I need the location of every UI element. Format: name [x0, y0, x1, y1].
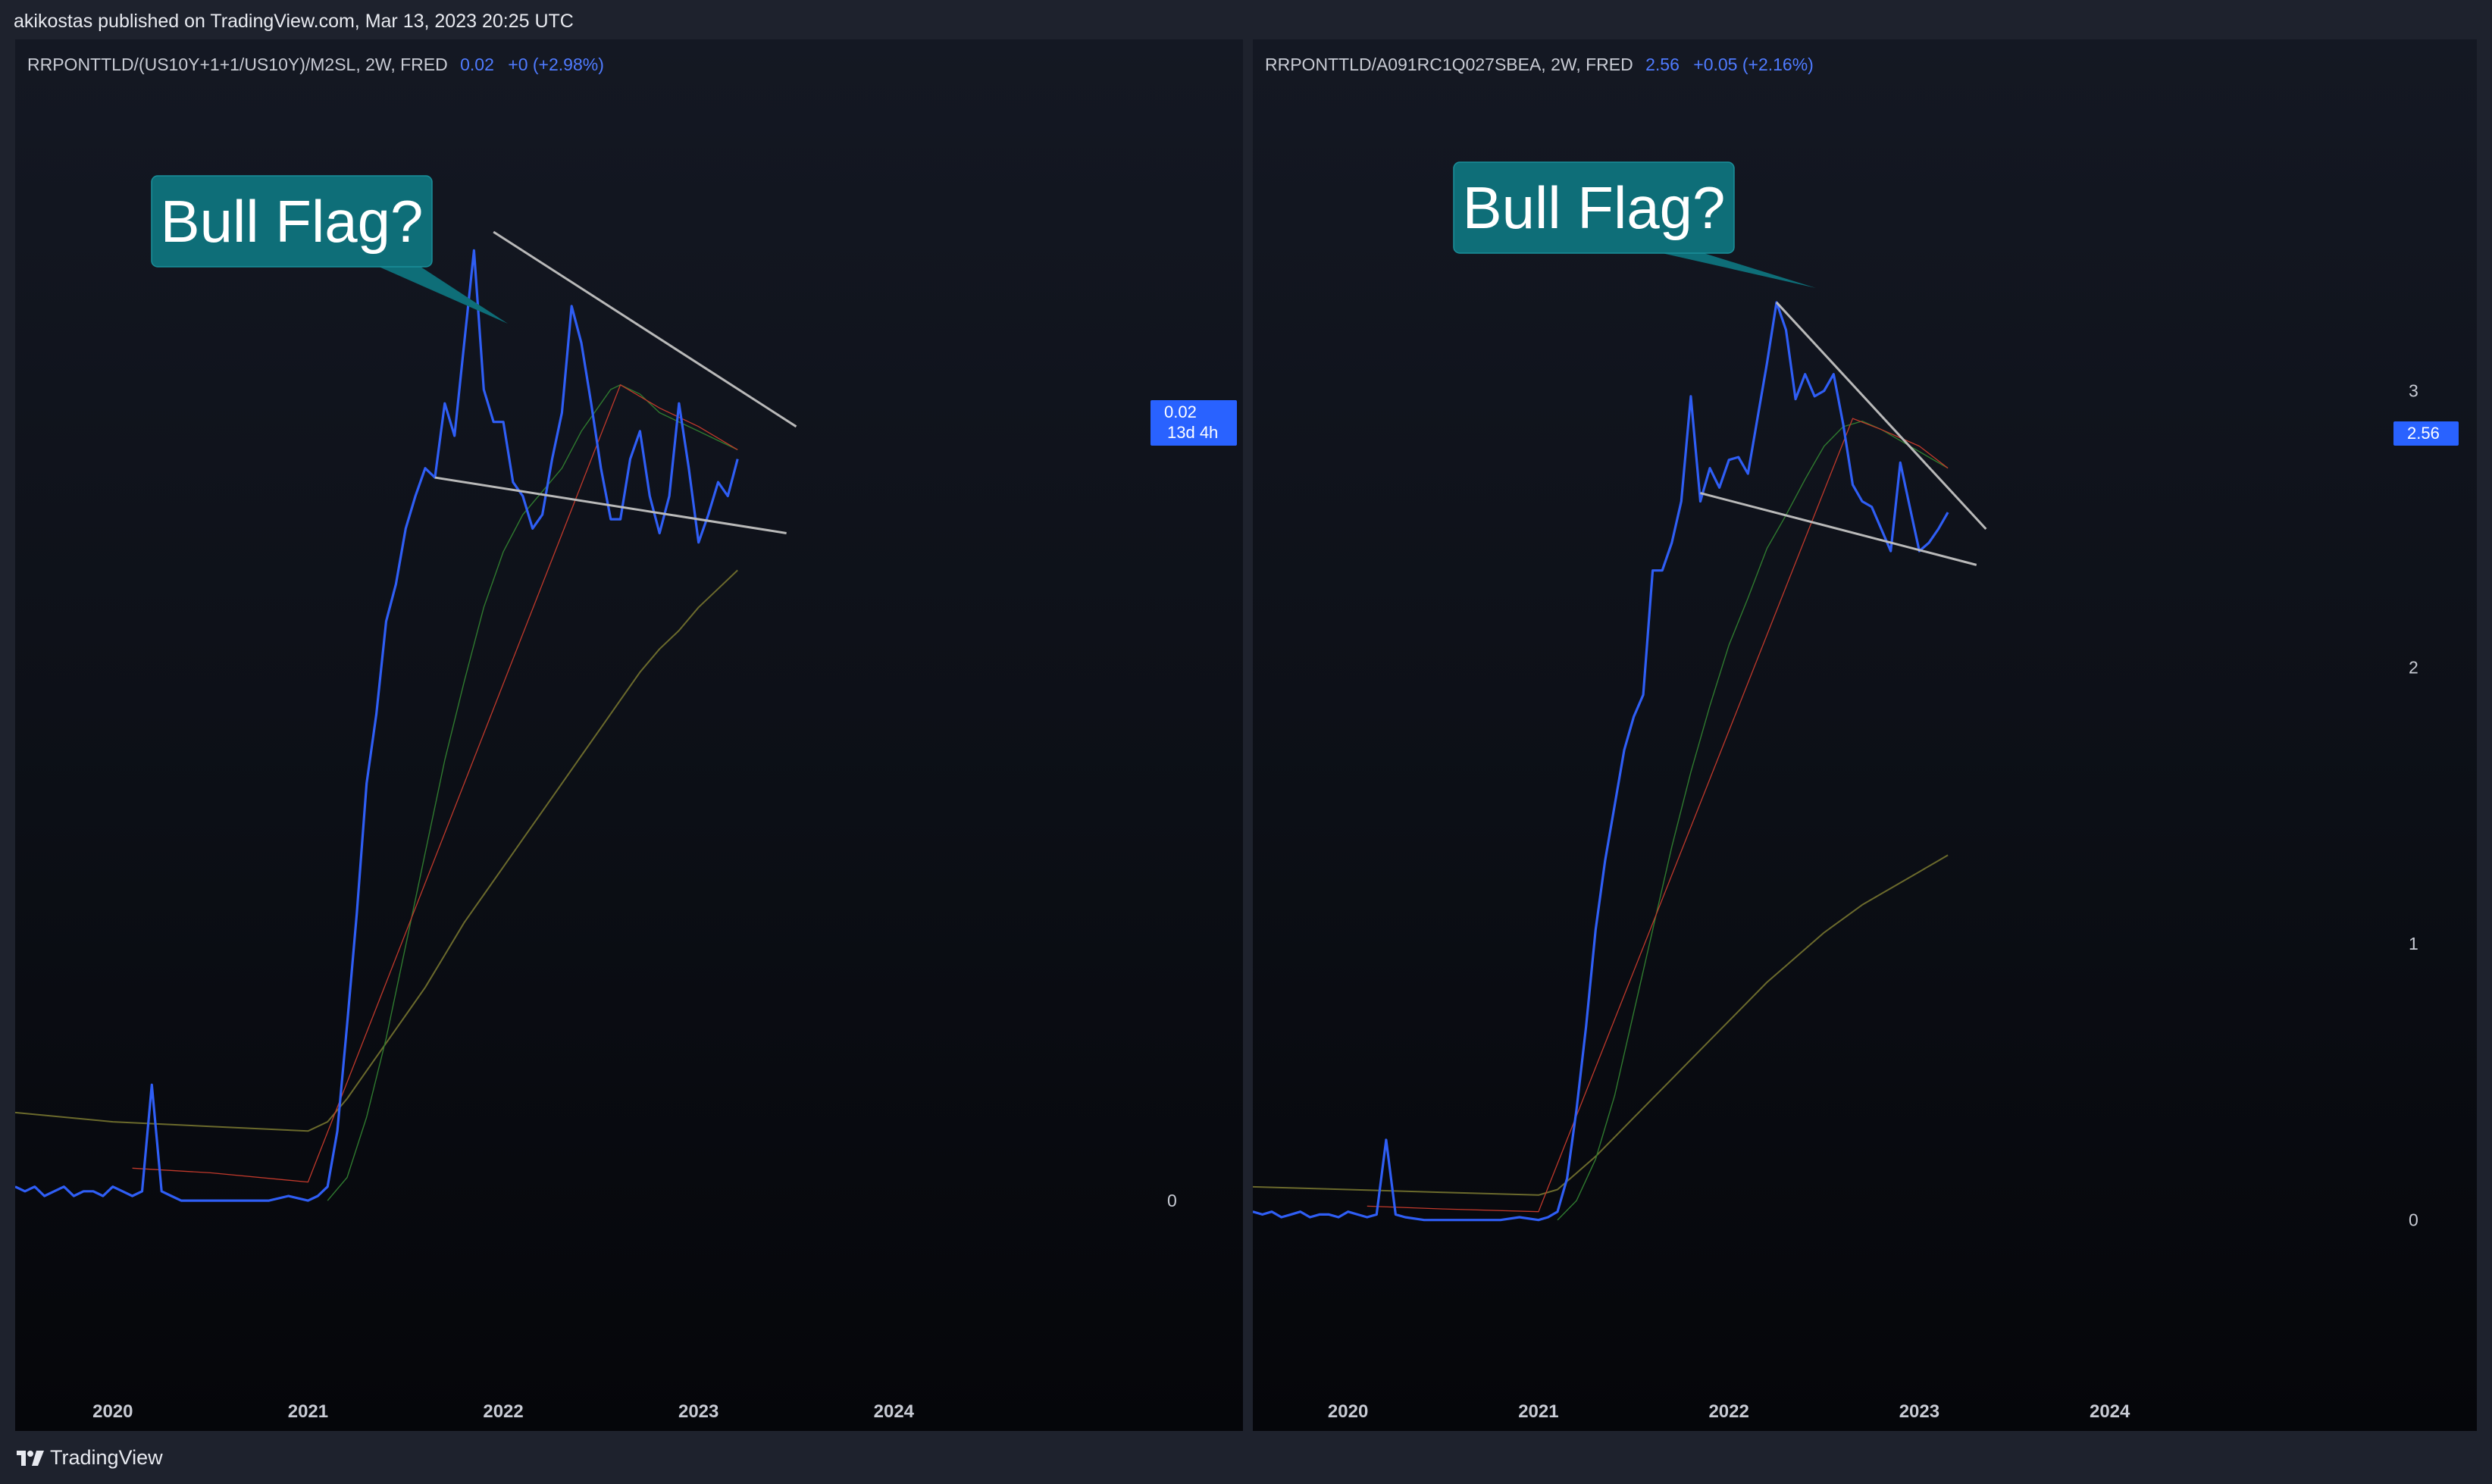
- series-legend[interactable]: RRPONTTLD/A091RC1Q027SBEA, 2W, FRED 2.56…: [1265, 55, 1814, 75]
- x-tick-label: 2022: [483, 1401, 523, 1422]
- legend-change: +0 (+2.98%): [508, 55, 604, 74]
- legend-value: 2.56: [1645, 55, 1680, 74]
- lower-trendline: [1700, 492, 1977, 566]
- bar-countdown: 13d 4h: [1167, 423, 1218, 442]
- x-tick-label: 2023: [678, 1401, 718, 1422]
- callout-pointer: [1662, 253, 1816, 288]
- x-tick-label: 2024: [2090, 1401, 2130, 1422]
- price-series-line: [1253, 301, 1949, 1222]
- tradingview-brand[interactable]: TradingView: [50, 1446, 163, 1470]
- x-tick-label: 2021: [1518, 1401, 1558, 1422]
- legend-value: 0.02: [460, 55, 494, 74]
- x-tick-label: 2020: [1328, 1401, 1368, 1422]
- legend-symbol: RRPONTTLD/(US10Y+1+1/US10Y)/M2SL, 2W, FR…: [27, 55, 448, 74]
- y-tick-label: 0: [1167, 1191, 1177, 1210]
- upper-trendline: [1775, 301, 1987, 530]
- y-tick-label: 2: [2409, 657, 2418, 677]
- tradingview-logo-icon[interactable]: [15, 1448, 45, 1467]
- footer-bar: TradingView: [0, 1431, 2492, 1484]
- pane-divider[interactable]: [1243, 39, 1253, 1431]
- ma_slow-series-line: [15, 569, 738, 1132]
- ma_fast-series-line: [1557, 421, 1949, 1221]
- publisher-info: akikostas published on TradingView.com, …: [14, 11, 574, 32]
- x-tick-label: 2023: [1899, 1401, 1939, 1422]
- callout-text: Bull Flag?: [161, 188, 424, 255]
- series-legend[interactable]: RRPONTTLD/(US10Y+1+1/US10Y)/M2SL, 2W, FR…: [27, 55, 604, 75]
- chart-pane-left[interactable]: Bull Flag? 2020 2021 2022 2023 2024 0 0.02 13d 4…: [15, 39, 1243, 1431]
- callout-text: Bull Flag?: [1463, 174, 1726, 241]
- y-tick-label: 3: [2409, 381, 2418, 401]
- upper-trendline: [493, 230, 797, 428]
- ma_red-series-line: [132, 384, 738, 1183]
- top-bar: akikostas published on TradingView.com, …: [0, 0, 2492, 39]
- last-price-value: 0.02: [1164, 402, 1197, 421]
- chart-pane-right[interactable]: Bull Flag? 2020 2021 2022 2023 2024 0 1 2 3 2.56 R…: [1253, 39, 2477, 1431]
- ma_fast-series-line: [327, 384, 738, 1201]
- legend-change: +0.05 (+2.16%): [1693, 55, 1814, 74]
- x-tick-label: 2020: [92, 1401, 133, 1422]
- last-price-value: 2.56: [2407, 424, 2440, 443]
- chart-svg-right[interactable]: Bull Flag? 2020 2021 2022 2023 2024 0 1 2 3 2.56: [1253, 39, 2477, 1431]
- chart-svg-left[interactable]: Bull Flag? 2020 2021 2022 2023 2024 0 0.02 13d 4…: [15, 39, 1243, 1431]
- y-tick-label: 0: [2409, 1210, 2418, 1230]
- x-tick-label: 2021: [288, 1401, 328, 1422]
- y-tick-label: 1: [2409, 934, 2418, 953]
- x-tick-label: 2022: [1708, 1401, 1748, 1422]
- callout-pointer: [379, 267, 508, 324]
- legend-symbol: RRPONTTLD/A091RC1Q027SBEA, 2W, FRED: [1265, 55, 1633, 74]
- lower-trendline: [434, 476, 787, 534]
- x-tick-label: 2024: [874, 1401, 915, 1422]
